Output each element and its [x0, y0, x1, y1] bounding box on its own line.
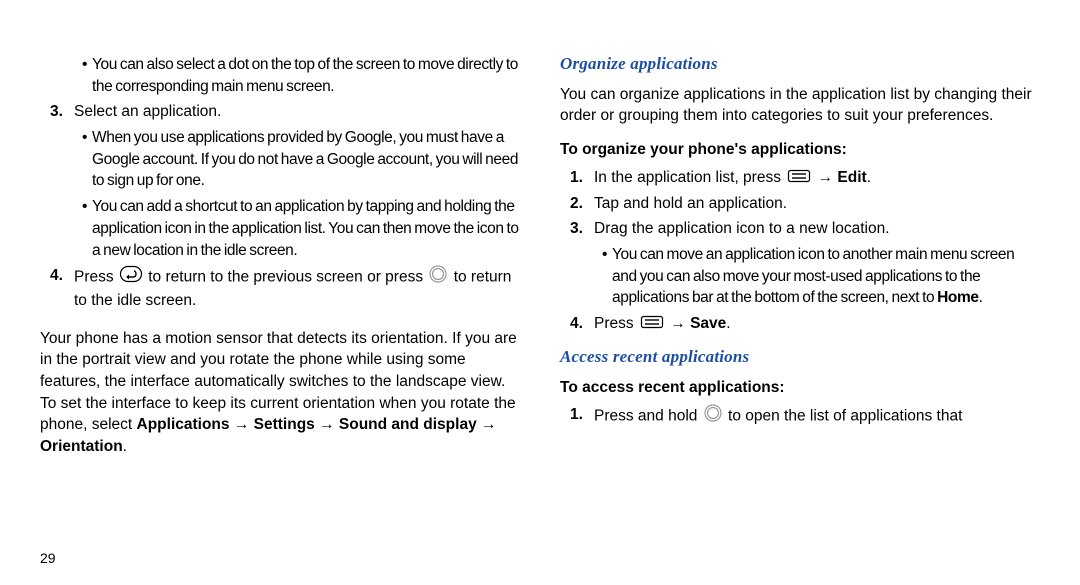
list-item: 3. Drag the application icon to a new lo… — [560, 218, 1040, 240]
list-item: 3. Select an application. — [40, 101, 520, 123]
list-item: 2. Tap and hold an application. — [560, 193, 1040, 215]
subheading-recent: To access recent applications: — [560, 377, 1040, 399]
step-text-d: . — [726, 315, 730, 332]
step-4: 4. Press to return to the previous scree… — [40, 265, 520, 311]
list-item: 1. Press and hold to open the list of ap… — [560, 404, 1040, 429]
step-text-c: Edit — [837, 169, 866, 186]
menu-icon — [788, 167, 810, 189]
back-icon — [120, 266, 142, 289]
step-text-a: Press and hold — [594, 408, 702, 425]
step-number: 4. — [50, 265, 63, 287]
step-text-c: Save — [690, 315, 726, 332]
step-number: 2. — [570, 193, 583, 215]
step-number: 3. — [50, 101, 63, 123]
list-item: 1. In the application list, press → Edit… — [560, 167, 1040, 189]
list-item: You can move an application icon to anot… — [560, 244, 1040, 309]
step-number: 4. — [570, 313, 583, 335]
list-item: 4. Press → Save. — [560, 313, 1040, 335]
step-text-a: Press — [74, 269, 118, 286]
step-text-b: to return to the previous screen or pres… — [148, 269, 427, 286]
organize-bullets: You can move an application icon to anot… — [560, 244, 1040, 309]
step-text: Tap and hold an application. — [594, 195, 787, 212]
step-number: 1. — [570, 167, 583, 189]
left-column: You can also select a dot on the top of … — [40, 50, 520, 555]
list-item: You can also select a dot on the top of … — [40, 54, 520, 97]
orientation-paragraph: Your phone has a motion sensor that dete… — [40, 328, 520, 458]
right-column: Organize applications You can organize a… — [560, 50, 1040, 555]
step-number: 1. — [570, 404, 583, 426]
step-text-b: → — [818, 169, 838, 186]
menu-icon — [641, 313, 663, 335]
section-title-recent: Access recent applications — [560, 345, 1040, 369]
step-text-b: to open the list of applications that — [728, 408, 962, 425]
bullet-text-b: Home — [937, 289, 978, 306]
step-text-d: . — [867, 169, 871, 186]
bullet-text-c: . — [979, 289, 983, 306]
step-text-a: Press — [594, 315, 638, 332]
page: You can also select a dot on the top of … — [0, 0, 1080, 585]
recent-steps: 1. Press and hold to open the list of ap… — [560, 404, 1040, 429]
section-title-organize: Organize applications — [560, 52, 1040, 76]
home-icon — [704, 404, 722, 429]
list-item: You can add a shortcut to an application… — [40, 196, 520, 261]
step-text: Select an application. — [74, 103, 221, 120]
list-item: When you use applications provided by Go… — [40, 127, 520, 192]
subheading-organize: To organize your phone's applications: — [560, 139, 1040, 161]
intro-text: You can organize applications in the app… — [560, 84, 1040, 127]
step-number: 3. — [570, 218, 583, 240]
bullet-list-mid: When you use applications provided by Go… — [40, 127, 520, 261]
step-text-a: In the application list, press — [594, 169, 785, 186]
bullet-list-top: You can also select a dot on the top of … — [40, 54, 520, 97]
organize-steps: 1. In the application list, press → Edit… — [560, 167, 1040, 240]
organize-step-4: 4. Press → Save. — [560, 313, 1040, 335]
step-text-b: → — [670, 315, 690, 332]
para-text-c: . — [123, 438, 127, 455]
list-item: 4. Press to return to the previous scree… — [40, 265, 520, 311]
step-3: 3. Select an application. — [40, 101, 520, 123]
home-icon — [429, 265, 447, 290]
step-text: Drag the application icon to a new locat… — [594, 220, 890, 237]
page-number: 29 — [40, 549, 56, 569]
